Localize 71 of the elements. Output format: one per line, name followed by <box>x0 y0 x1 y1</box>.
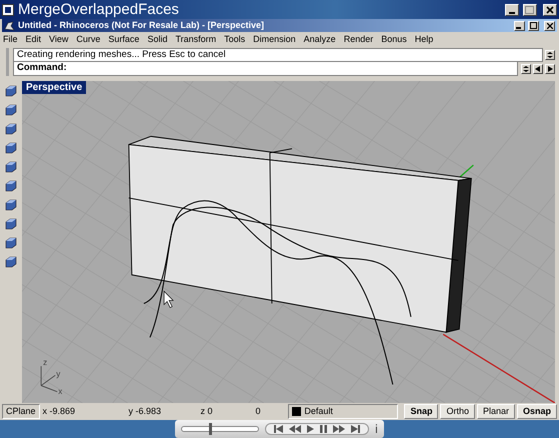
close-icon <box>546 22 552 28</box>
distance-value: 0 <box>256 404 261 418</box>
menu-item[interactable]: Transform <box>175 32 216 46</box>
scroll-button[interactable] <box>545 50 555 60</box>
box-model[interactable] <box>128 136 472 333</box>
toggle-button[interactable]: Planar <box>476 404 515 419</box>
close-button[interactable] <box>543 4 557 16</box>
skip-back-icon[interactable] <box>274 425 284 433</box>
x-coordinate: x -9.869 <box>42 404 76 418</box>
menu-item[interactable]: Surface <box>108 32 140 46</box>
viewport-tab[interactable]: Perspective <box>22 81 86 94</box>
seek-track[interactable] <box>181 426 260 432</box>
cube-tool-icon[interactable] <box>4 103 18 117</box>
fast-forward-icon[interactable] <box>333 425 346 433</box>
command-history: Creating rendering meshes... Press Esc to cancel <box>13 48 543 62</box>
cube-tool-icon[interactable] <box>4 84 18 98</box>
cursor-icon <box>164 290 174 308</box>
cube-tool-icon[interactable] <box>4 179 18 193</box>
restore-icon <box>530 22 537 29</box>
menu-item[interactable]: Curve <box>76 32 100 46</box>
minimize-icon <box>508 12 515 14</box>
cube-tool-icon[interactable] <box>4 217 18 231</box>
cube-tool-icon[interactable] <box>4 122 18 136</box>
skip-forward-icon[interactable] <box>351 425 360 433</box>
app-icon <box>2 4 14 16</box>
menu-item[interactable]: File <box>3 32 18 46</box>
play-icon[interactable] <box>307 425 314 433</box>
axis-gizmo <box>40 366 58 392</box>
cube-tool-icon[interactable] <box>4 255 18 269</box>
z-coordinate: z 0 <box>200 404 214 418</box>
cplane-label: CPlane <box>2 404 40 419</box>
menu-item[interactable]: Analyze <box>304 32 336 46</box>
maximize-button[interactable] <box>522 4 537 16</box>
scroll-right-button[interactable] <box>545 64 555 74</box>
axis-label: z <box>43 358 48 368</box>
minimize-button[interactable] <box>504 4 519 16</box>
menu-item[interactable]: Bonus <box>381 32 407 46</box>
menu-item[interactable]: Dimension <box>253 32 296 46</box>
maximize-icon <box>525 6 534 14</box>
menu-item[interactable]: View <box>49 32 68 46</box>
menu-item[interactable]: Help <box>414 32 434 46</box>
menu-item[interactable]: Tools <box>224 32 246 46</box>
axis-label: x <box>58 386 62 396</box>
close-icon <box>546 6 554 14</box>
toggle-button[interactable]: Snap <box>404 404 438 419</box>
scroll-button[interactable] <box>520 64 530 74</box>
cube-tool-icon[interactable] <box>4 198 18 212</box>
toggle-button[interactable]: Osnap <box>516 404 557 419</box>
pause-icon[interactable] <box>320 425 328 433</box>
window-title: Untitled - Rhinoceros (Not For Resale Lab) - [Perspective] <box>18 18 266 32</box>
menu-item[interactable]: Solid <box>147 32 168 46</box>
minimize-button[interactable] <box>514 20 525 30</box>
close-button[interactable] <box>544 20 555 30</box>
axis-label: y <box>56 369 60 378</box>
cube-tool-icon[interactable] <box>4 236 18 250</box>
rewind-icon[interactable] <box>289 425 302 433</box>
curve[interactable] <box>149 206 412 338</box>
menu-item[interactable]: Render <box>344 32 374 46</box>
cube-tool-icon[interactable] <box>4 160 18 174</box>
y-coordinate: y -6.983 <box>128 404 162 418</box>
toggle-button[interactable]: Ortho <box>440 404 475 419</box>
seek-thumb[interactable] <box>208 423 212 435</box>
layer-swatch-icon <box>292 407 302 416</box>
command-prompt[interactable]: Command: <box>13 62 518 76</box>
restore-button[interactable] <box>528 20 539 30</box>
scroll-left-button[interactable] <box>532 64 543 74</box>
menu-item[interactable]: Edit <box>26 32 42 46</box>
window-title: MergeOverlappedFaces <box>18 0 180 18</box>
curve[interactable] <box>144 200 394 385</box>
info-button[interactable]: i <box>375 420 378 438</box>
cube-tool-icon[interactable] <box>4 141 18 155</box>
